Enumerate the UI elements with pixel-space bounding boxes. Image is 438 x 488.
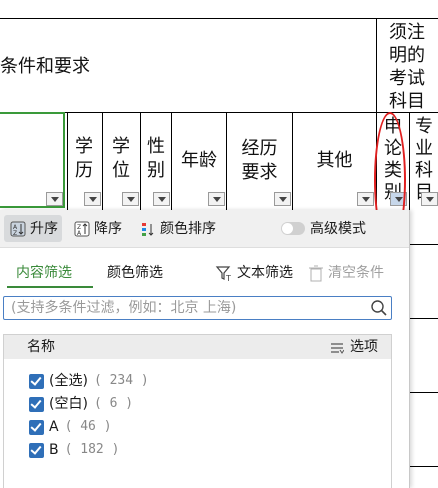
checkbox-checked-icon[interactable]	[29, 442, 44, 458]
funnel-icon: T	[215, 264, 233, 283]
search-input[interactable]: (支持多条件过滤，例如：北京 上海)	[3, 296, 392, 320]
sort-descending-icon: ZA	[74, 221, 90, 237]
sort-ascending-button[interactable]: AZ 升序	[10, 218, 58, 240]
checkbox-checked-icon[interactable]	[29, 373, 44, 389]
filter-dropdown-icon[interactable]	[153, 192, 170, 206]
sort-by-color-button[interactable]: 颜色排序	[140, 218, 216, 240]
column-header-other: 其他	[316, 150, 353, 171]
list-options-label: 选项	[350, 339, 378, 355]
list-item-b[interactable]: B ( 182 )	[29, 440, 119, 460]
clear-conditions-label: 清空条件	[328, 265, 384, 281]
active-tab-underline	[7, 286, 93, 288]
grid-line	[140, 112, 141, 210]
filter-panel: AZ 升序 ZA 降序 颜色排序 高级模式 内容筛选 颜色筛选 T 文本筛选 清…	[0, 210, 410, 488]
grid-line	[102, 112, 103, 210]
list-item-select-all[interactable]: (全选) ( 234 )	[29, 371, 149, 391]
value-list: 名称 选项 (全选) ( 234 ) (空白) ( 6 ) A ( 46 ) B…	[3, 334, 392, 488]
list-item-a[interactable]: A ( 46 )	[29, 417, 112, 437]
sort-ascending-label: 升序	[30, 221, 58, 237]
text-filter-button[interactable]: T 文本筛选	[215, 264, 293, 283]
filter-dropdown-icon[interactable]	[46, 192, 63, 206]
advanced-mode-toggle[interactable]	[281, 222, 305, 235]
tab-color-filter[interactable]: 颜色筛选	[107, 264, 163, 282]
svg-text:T: T	[225, 274, 231, 282]
checkbox-checked-icon[interactable]	[29, 419, 44, 435]
search-icon[interactable]	[370, 299, 388, 322]
grid-line	[409, 466, 438, 467]
sort-descending-button[interactable]: ZA 降序	[74, 218, 122, 240]
filter-dropdown-icon[interactable]	[357, 192, 374, 206]
filter-dropdown-icon[interactable]	[84, 192, 101, 206]
grid-line	[376, 18, 377, 113]
grid-line	[409, 244, 438, 245]
filter-dropdown-icon[interactable]	[274, 192, 291, 206]
advanced-mode-label: 高级模式	[310, 221, 366, 237]
sort-by-color-icon	[140, 221, 156, 237]
column-header-age: 年龄	[181, 150, 217, 171]
header-conditions: 条件和要求	[0, 56, 90, 77]
grid-line	[0, 18, 438, 19]
filter-dropdown-icon[interactable]	[208, 192, 225, 206]
grid-line	[409, 318, 438, 319]
sort-descending-label: 降序	[94, 221, 122, 237]
filter-dropdown-icon[interactable]	[122, 192, 139, 206]
checkbox-checked-icon[interactable]	[29, 396, 44, 412]
grid-line	[409, 392, 438, 393]
value-list-header: 名称 选项	[4, 335, 391, 359]
sort-toolbar: AZ 升序 ZA 降序 颜色排序 高级模式	[0, 210, 409, 248]
search-placeholder: (支持多条件过滤，例如：北京 上海)	[11, 300, 237, 316]
clear-conditions-button[interactable]: 清空条件	[308, 264, 384, 282]
grid-line	[0, 112, 438, 113]
filter-dropdown-icon[interactable]	[421, 192, 438, 206]
tab-content-filter[interactable]: 内容筛选	[16, 264, 72, 282]
sort-by-color-label: 颜色排序	[160, 221, 216, 237]
svg-text:Z: Z	[13, 230, 17, 237]
options-icon	[330, 341, 345, 354]
list-item-blank[interactable]: (空白) ( 6 )	[29, 394, 133, 414]
list-header-name: 名称	[27, 339, 55, 355]
list-options-button[interactable]: 选项	[330, 338, 378, 356]
grid-line	[67, 112, 68, 210]
text-filter-label: 文本筛选	[237, 265, 293, 281]
trash-icon	[308, 264, 324, 282]
sort-ascending-icon: AZ	[10, 221, 26, 237]
